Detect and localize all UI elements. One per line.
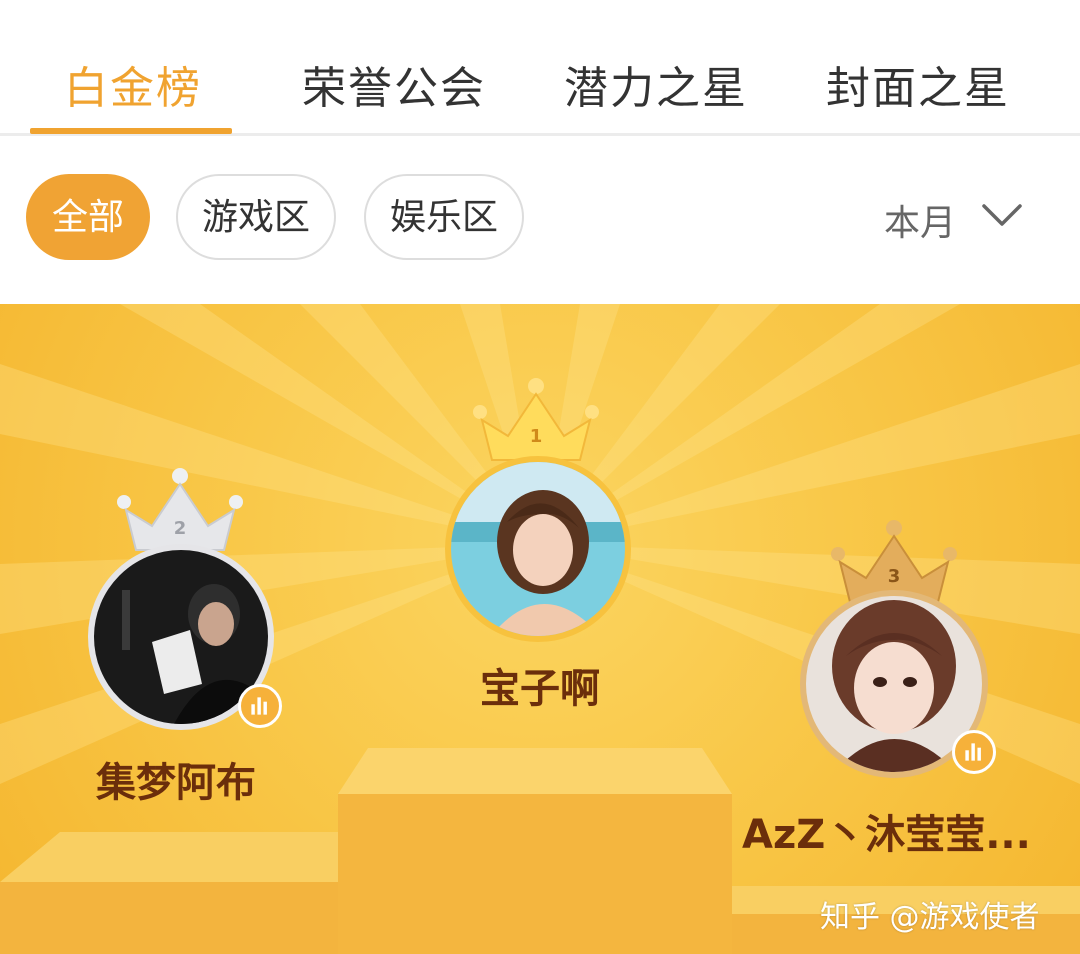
live-bars-icon — [238, 684, 282, 728]
tab-potential-star[interactable]: 潜力之星 — [564, 52, 748, 116]
period-select[interactable]: 本月 — [884, 194, 956, 246]
live-bars-icon — [952, 730, 996, 774]
rank-number-third: 3 — [887, 566, 901, 587]
watermark-text: 知乎 @游戏使者 — [820, 900, 1040, 935]
top-tab-bar: 白金榜 荣誉公会 潜力之星 封面之星 — [0, 0, 1080, 136]
tab-platinum-list[interactable]: 白金榜 — [64, 52, 202, 116]
username-first[interactable]: 宝子啊 — [440, 656, 640, 714]
avatar-first[interactable] — [445, 456, 631, 642]
gold-crown-icon — [473, 378, 599, 461]
rank-number-first: 1 — [529, 426, 543, 447]
tab-cover-star[interactable]: 封面之星 — [826, 52, 1010, 116]
username-third[interactable]: AzZ丶沐莹莹... — [742, 802, 1042, 860]
filter-chip-entertainment-zone[interactable]: 娱乐区 — [364, 174, 524, 260]
tab-honor-guild[interactable]: 荣誉公会 — [302, 52, 486, 116]
rank-number-second: 2 — [173, 518, 187, 539]
chevron-down-icon[interactable] — [980, 198, 1024, 232]
filter-chip-all[interactable]: 全部 — [26, 174, 150, 260]
username-second[interactable]: 集梦阿布 — [76, 750, 276, 808]
filter-bar: 全部 游戏区 娱乐区 本月 — [0, 138, 1080, 304]
filter-chip-game-zone[interactable]: 游戏区 — [176, 174, 336, 260]
active-tab-indicator — [30, 128, 232, 134]
silver-crown-icon — [117, 468, 243, 551]
podium-section: 1 宝子啊 2 集梦阿布 3 AzZ丶沐莹莹... 知乎 @游戏使者 — [0, 304, 1080, 954]
